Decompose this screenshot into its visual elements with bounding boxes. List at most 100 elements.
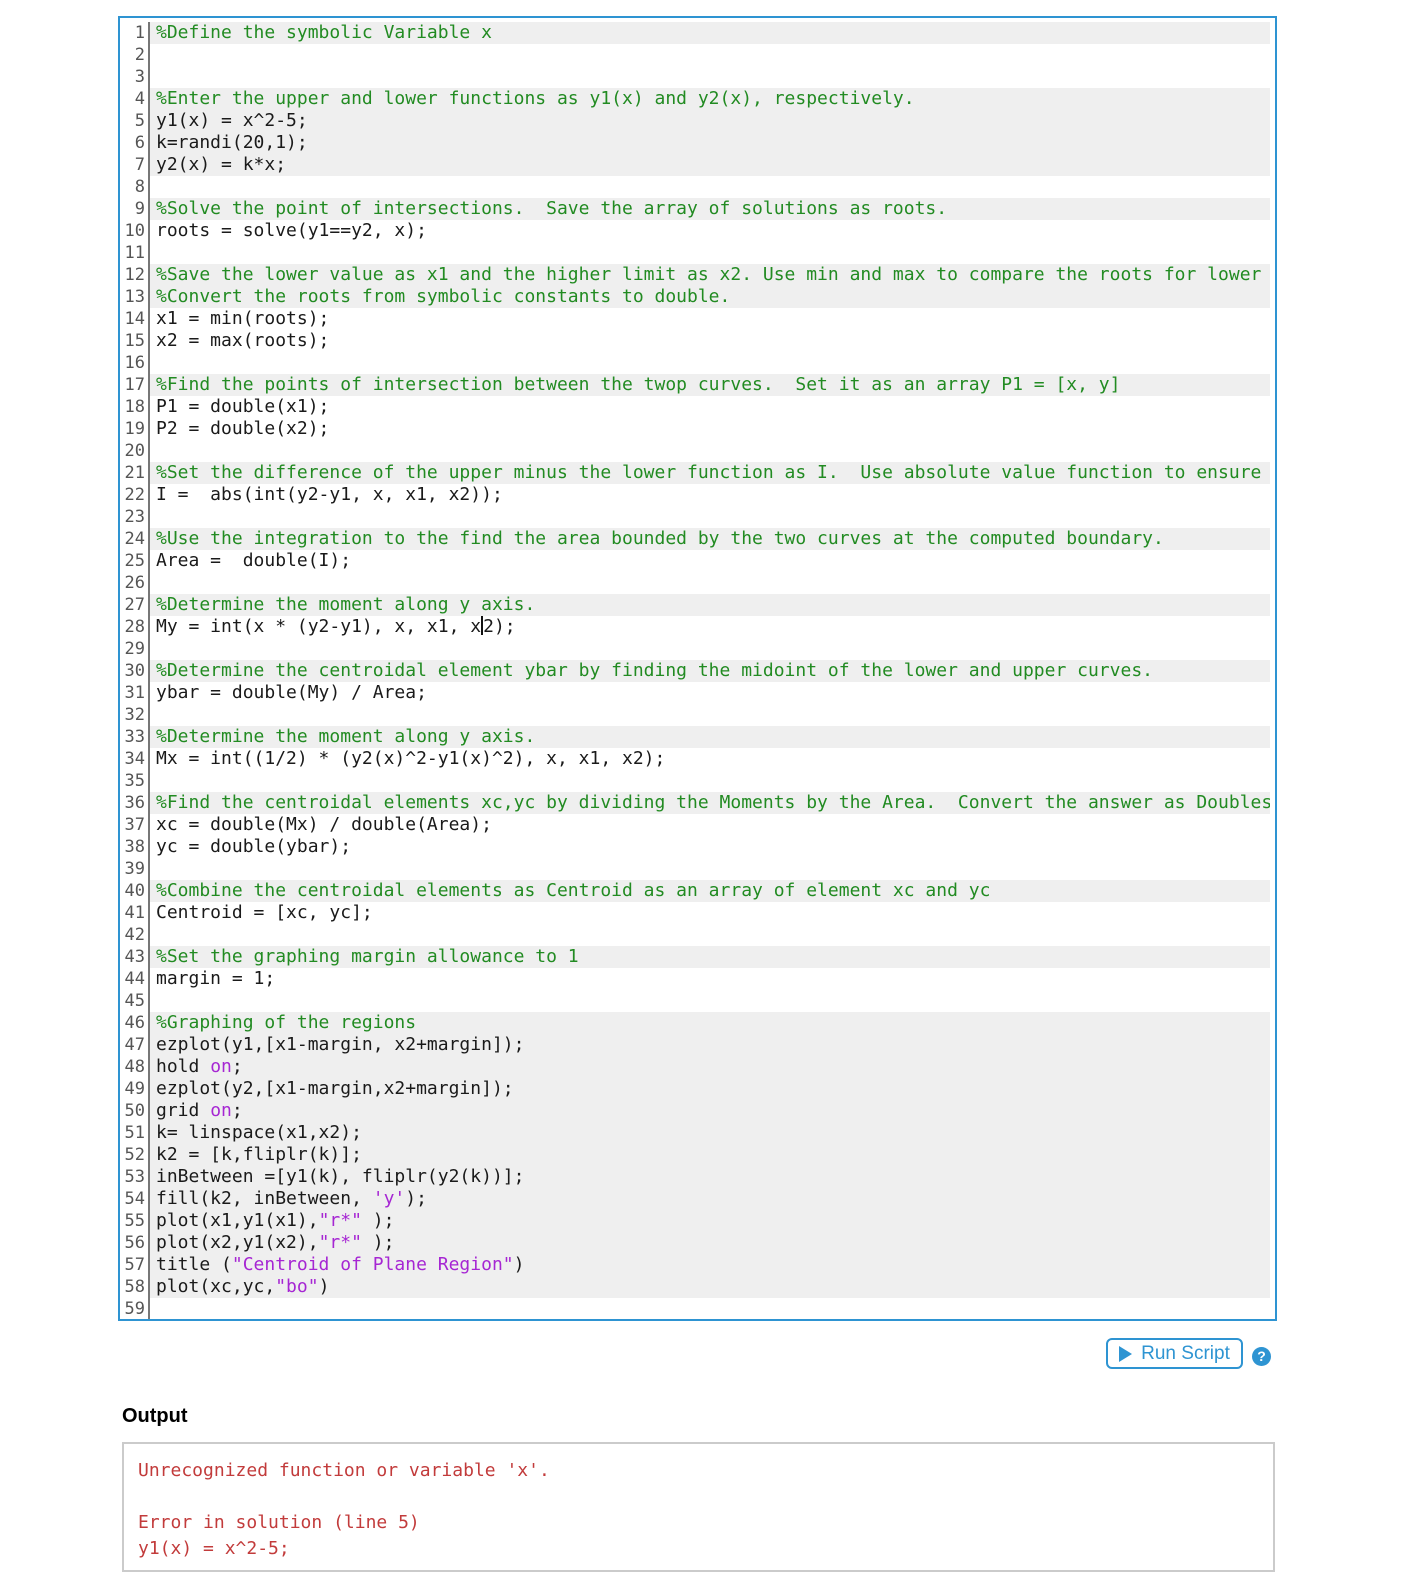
comment-token: %Find the centroidal elements xc,yc by d…: [156, 792, 1270, 813]
line-number: 31: [120, 682, 150, 704]
code-line-content[interactable]: grid on;: [150, 1100, 1270, 1122]
code-line-content[interactable]: [150, 924, 1270, 946]
string-token: "r*": [318, 1210, 362, 1231]
code-line-content[interactable]: %Convert the roots from symbolic constan…: [150, 286, 1270, 308]
line-number: 5: [120, 110, 150, 132]
line-number: 2: [120, 44, 150, 66]
code-line-content[interactable]: ezplot(y1,[x1-margin, x2+margin]);: [150, 1034, 1270, 1056]
code-line-content[interactable]: [150, 572, 1270, 594]
code-line-content[interactable]: P2 = double(x2);: [150, 418, 1270, 440]
code-line-content[interactable]: [150, 770, 1270, 792]
code-line-content[interactable]: Mx = int((1/2) * (y2(x)^2-y1(x)^2), x, x…: [150, 748, 1270, 770]
line-number: 15: [120, 330, 150, 352]
code-line-content[interactable]: P1 = double(x1);: [150, 396, 1270, 418]
code-line-content[interactable]: I = abs(int(y2-y1, x, x1, x2));: [150, 484, 1270, 506]
code-line-content[interactable]: ybar = double(My) / Area;: [150, 682, 1270, 704]
code-line-content[interactable]: [150, 66, 1270, 88]
code-line-content[interactable]: [150, 352, 1270, 374]
line-number: 46: [120, 1012, 150, 1034]
code-line-content[interactable]: k2 = [k,fliplr(k)];: [150, 1144, 1270, 1166]
code-line-content[interactable]: %Determine the centroidal element ybar b…: [150, 660, 1270, 682]
code-line-content[interactable]: hold on;: [150, 1056, 1270, 1078]
code-line-content[interactable]: [150, 44, 1270, 66]
code-line-content[interactable]: [150, 638, 1270, 660]
code-line-content[interactable]: y1(x) = x^2-5;: [150, 110, 1270, 132]
code-line-content[interactable]: My = int(x * (y2-y1), x, x1, x 2);: [150, 616, 1270, 638]
code-line: 39: [120, 858, 1275, 880]
code-line-content[interactable]: plot(xc,yc,"bo"): [150, 1276, 1270, 1298]
code-line-content[interactable]: fill(k2, inBetween, 'y');: [150, 1188, 1270, 1210]
code-line-content[interactable]: xc = double(Mx) / double(Area);: [150, 814, 1270, 836]
run-script-button[interactable]: Run Script: [1106, 1338, 1243, 1369]
code-line-content[interactable]: Area = double(I);: [150, 550, 1270, 572]
code-line-content[interactable]: x2 = max(roots);: [150, 330, 1270, 352]
code-token: P2 = double(x2);: [156, 418, 330, 439]
code-line-content[interactable]: yc = double(ybar);: [150, 836, 1270, 858]
code-line-content[interactable]: title ("Centroid of Plane Region"): [150, 1254, 1270, 1276]
code-line-content[interactable]: %Determine the moment along y axis.: [150, 594, 1270, 616]
code-line-content[interactable]: plot(x2,y1(x2),"r*" );: [150, 1232, 1270, 1254]
code-line-content[interactable]: %Set the difference of the upper minus t…: [150, 462, 1270, 484]
comment-token: %Find the points of intersection between…: [156, 374, 1121, 395]
code-editor[interactable]: 1 %Define the symbolic Variable x 2 3 4 %Ente…: [118, 16, 1277, 1321]
code-line: 46 %Graphing of the regions: [120, 1012, 1275, 1034]
code-line-content[interactable]: margin = 1;: [150, 968, 1270, 990]
code-line-content[interactable]: k=randi(20,1);: [150, 132, 1270, 154]
code-line-content[interactable]: Centroid = [xc, yc];: [150, 902, 1270, 924]
code-line: 31 ybar = double(My) / Area;: [120, 682, 1275, 704]
code-line-content[interactable]: %Graphing of the regions: [150, 1012, 1270, 1034]
output-line: Error in solution (line 5): [138, 1512, 420, 1533]
code-line: 22 I = abs(int(y2-y1, x, x1, x2));: [120, 484, 1275, 506]
code-line: 5 y1(x) = x^2-5;: [120, 110, 1275, 132]
code-line-content[interactable]: roots = solve(y1==y2, x);: [150, 220, 1270, 242]
code-line-content[interactable]: [150, 176, 1270, 198]
line-number: 57: [120, 1254, 150, 1276]
code-line-content[interactable]: [150, 506, 1270, 528]
line-number: 56: [120, 1232, 150, 1254]
code-line: 50 grid on;: [120, 1100, 1275, 1122]
line-number: 6: [120, 132, 150, 154]
code-line-content[interactable]: %Solve the point of intersections. Save …: [150, 198, 1270, 220]
code-line-content[interactable]: %Enter the upper and lower functions as …: [150, 88, 1270, 110]
comment-token: %Determine the moment along y axis.: [156, 726, 536, 747]
code-line-content[interactable]: inBetween =[y1(k), fliplr(y2(k))];: [150, 1166, 1270, 1188]
code-line-content[interactable]: k= linspace(x1,x2);: [150, 1122, 1270, 1144]
code-line-content[interactable]: [150, 990, 1270, 1012]
code-token: y1(x) = x^2-5;: [156, 110, 308, 131]
code-token: plot(x1,y1(x1),: [156, 1210, 319, 1231]
line-number: 1: [120, 22, 150, 44]
code-line: 52 k2 = [k,fliplr(k)];: [120, 1144, 1275, 1166]
code-line-content[interactable]: x1 = min(roots);: [150, 308, 1270, 330]
code-line-content[interactable]: %Determine the moment along y axis.: [150, 726, 1270, 748]
code-line-content[interactable]: %Find the centroidal elements xc,yc by d…: [150, 792, 1270, 814]
code-line-content[interactable]: [150, 858, 1270, 880]
line-number: 14: [120, 308, 150, 330]
comment-token: %Combine the centroidal elements as Cent…: [156, 880, 991, 901]
code-line: 56 plot(x2,y1(x2),"r*" );: [120, 1232, 1275, 1254]
code-line-content[interactable]: [150, 242, 1270, 264]
code-line-content[interactable]: %Use the integration to the find the are…: [150, 528, 1270, 550]
code-line-content[interactable]: [150, 440, 1270, 462]
code-line-content[interactable]: [150, 704, 1270, 726]
code-line: 4 %Enter the upper and lower functions as…: [120, 88, 1275, 110]
code-line-content[interactable]: ezplot(y2,[x1-margin,x2+margin]);: [150, 1078, 1270, 1100]
line-number: 23: [120, 506, 150, 528]
comment-token: %Determine the moment along y axis.: [156, 594, 536, 615]
line-number: 45: [120, 990, 150, 1012]
help-glyph: ?: [1257, 1348, 1266, 1364]
code-line-content[interactable]: y2(x) = k*x;: [150, 154, 1270, 176]
code-line-content[interactable]: %Define the symbolic Variable x: [150, 22, 1270, 44]
code-line-content[interactable]: %Find the points of intersection between…: [150, 374, 1270, 396]
comment-token: %Define the symbolic Variable x: [156, 22, 492, 43]
code-line: 44 margin = 1;: [120, 968, 1275, 990]
code-line: 26: [120, 572, 1275, 594]
comment-token: %Set the graphing margin allowance to 1: [156, 946, 579, 967]
code-token: Centroid = [xc, yc];: [156, 902, 373, 923]
code-line-content[interactable]: %Combine the centroidal elements as Cent…: [150, 880, 1270, 902]
code-line-content[interactable]: %Save the lower value as x1 and the high…: [150, 264, 1270, 286]
code-line: 3: [120, 66, 1275, 88]
code-line-content[interactable]: [150, 1298, 1270, 1319]
code-line-content[interactable]: plot(x1,y1(x1),"r*" );: [150, 1210, 1270, 1232]
code-line-content[interactable]: %Set the graphing margin allowance to 1: [150, 946, 1270, 968]
help-icon[interactable]: ?: [1252, 1347, 1271, 1366]
